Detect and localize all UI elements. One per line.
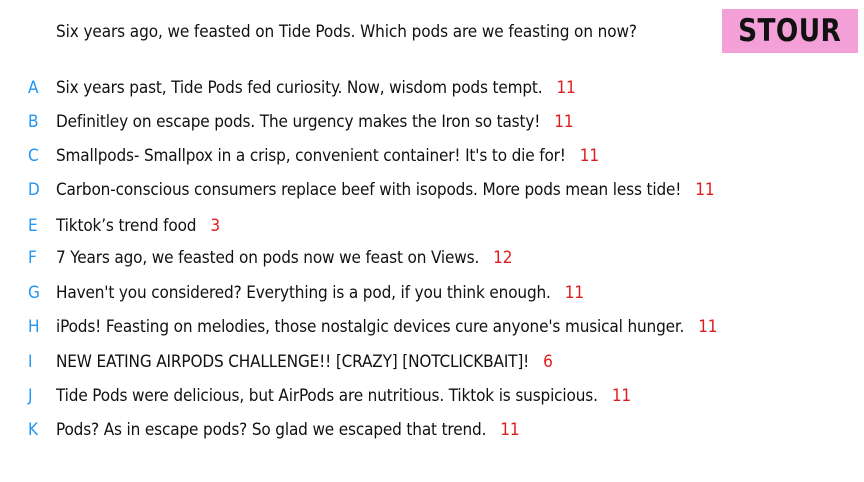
answer-letter: J	[28, 386, 33, 406]
answer-body: Tide Pods were delicious, but AirPods ar…	[56, 386, 598, 406]
answer-text: Six years past, Tide Pods fed curiosity.…	[56, 78, 576, 98]
answer-text: Haven't you considered? Everything is a …	[56, 283, 584, 303]
answer-body: Definitley on escape pods. The urgency m…	[56, 112, 541, 132]
answer-score: 6	[543, 352, 553, 372]
answer-score: 11	[611, 386, 631, 406]
answer-score: 11	[554, 112, 574, 132]
answer-letter: K	[28, 420, 39, 440]
answer-letter: C	[28, 146, 39, 166]
answer-score: 11	[564, 283, 584, 303]
answer-body: iPods! Feasting on melodies, those nosta…	[56, 317, 685, 337]
answer-letter: B	[28, 112, 39, 132]
answer-text: Pods? As in escape pods? So glad we esca…	[56, 420, 520, 440]
answer-body: Smallpods- Smallpox in a crisp, convenie…	[56, 146, 566, 166]
answer-score: 11	[695, 180, 715, 200]
answer-body: Carbon-conscious consumers replace beef …	[56, 180, 682, 200]
answer-text: Tiktok’s trend food 3	[56, 216, 220, 236]
answer-text: 7 Years ago, we feasted on pods now we f…	[56, 248, 512, 268]
answer-letter: A	[28, 78, 39, 98]
answer-text: iPods! Feasting on melodies, those nosta…	[56, 317, 718, 337]
answer-body: 7 Years ago, we feasted on pods now we f…	[56, 248, 480, 268]
answer-score: 11	[500, 420, 520, 440]
answer-score: 11	[698, 317, 718, 337]
answer-letter: H	[28, 317, 40, 337]
answer-text: Tide Pods were delicious, but AirPods ar…	[56, 386, 631, 406]
answer-body: NEW EATING AIRPODS CHALLENGE!! [CRAZY] […	[56, 352, 530, 372]
answer-score: 11	[579, 146, 599, 166]
answer-body: Pods? As in escape pods? So glad we esca…	[56, 420, 487, 440]
answer-text: NEW EATING AIRPODS CHALLENGE!! [CRAZY] […	[56, 352, 553, 372]
answer-score: 3	[210, 216, 220, 236]
answer-body: Haven't you considered? Everything is a …	[56, 283, 551, 303]
answer-score: 12	[493, 248, 513, 268]
answer-letter: D	[28, 180, 40, 200]
answer-text: Definitley on escape pods. The urgency m…	[56, 112, 574, 132]
answer-body: Tiktok’s trend food	[56, 216, 197, 236]
answer-score: 11	[556, 78, 576, 98]
answer-letter: I	[28, 352, 33, 372]
answer-letter: G	[28, 283, 40, 303]
answer-text: Carbon-conscious consumers replace beef …	[56, 180, 715, 200]
answer-list: A Six years past, Tide Pods fed curiosity…	[0, 0, 864, 482]
answer-text: Smallpods- Smallpox in a crisp, convenie…	[56, 146, 599, 166]
answer-letter: F	[28, 248, 37, 268]
answer-body: Six years past, Tide Pods fed curiosity.…	[56, 78, 543, 98]
answer-letter: E	[28, 216, 38, 236]
